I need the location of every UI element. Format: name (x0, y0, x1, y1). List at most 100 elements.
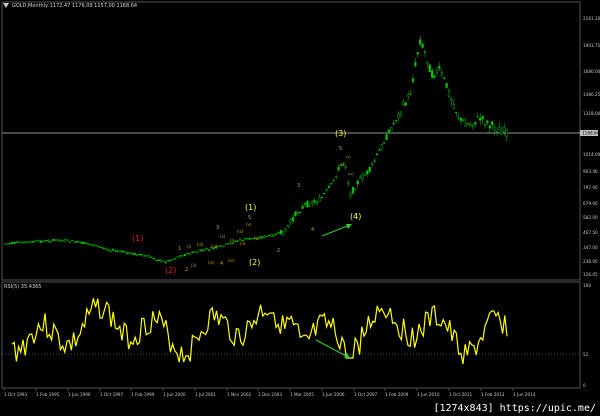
time-axis-label: 1 Mar 2005 (290, 392, 314, 397)
candle-body (107, 249, 110, 251)
wave-label-major-4: (4) (350, 212, 361, 221)
candle-body (479, 117, 482, 121)
time-axis-label: 1 Nov 2002 (227, 392, 251, 397)
candle-body (395, 120, 398, 122)
candle-body (467, 123, 470, 125)
candle-body (39, 240, 43, 243)
candle-body (179, 255, 182, 258)
candle-body (363, 174, 367, 176)
wave-label-minor-2: 2 (185, 267, 188, 273)
candle-body (87, 243, 91, 245)
candle-body (227, 242, 230, 244)
candle-body (481, 115, 484, 120)
candle-body (229, 242, 232, 245)
candle-body (505, 129, 508, 137)
candle-body (450, 98, 453, 101)
candle-body (306, 201, 309, 208)
candle-body (159, 259, 163, 262)
candle-body (471, 123, 475, 128)
candle-body (92, 243, 95, 247)
candle-body (68, 241, 71, 243)
rsi-panel (1, 281, 581, 389)
candle-body (126, 252, 129, 254)
candle-body (157, 259, 160, 261)
candle-body (32, 241, 35, 243)
candle-body (325, 189, 328, 191)
time-axis-label: 1 Oct 2007 (354, 392, 378, 397)
price-axis-label: 903.46 (583, 169, 598, 174)
candle-body (407, 94, 410, 97)
price-axis-label: 2161.20 (583, 16, 600, 21)
candle-body (423, 51, 427, 53)
time-axis-label: 1 Jun 2000 (163, 392, 186, 397)
candle-body (61, 240, 64, 242)
candle-body (191, 251, 194, 254)
candle-body (275, 233, 278, 235)
candle-body (260, 236, 263, 239)
candle-body (234, 240, 237, 242)
candle-body (301, 205, 304, 209)
rsi-axis-52: 52 (583, 352, 589, 357)
candle-body (315, 202, 319, 204)
candle-body (426, 61, 429, 64)
candle-body (42, 240, 45, 243)
candle-body (104, 248, 107, 251)
candle-body (476, 116, 479, 118)
candle-body (162, 260, 165, 262)
candle-body (291, 217, 295, 222)
candle-body (500, 130, 503, 135)
candle-body (186, 252, 189, 254)
candle-body (198, 249, 201, 252)
candle-body (469, 124, 472, 127)
candle-body (421, 44, 424, 48)
wave-label-major-2: (2) (249, 258, 260, 267)
wave-sub-iii-2: (iii) (211, 244, 218, 249)
candle-body (380, 144, 383, 150)
candle-body (23, 241, 26, 244)
time-axis-label: 1 Oct 2011 (449, 392, 473, 397)
candle-body (164, 261, 167, 263)
candle-body (147, 255, 151, 258)
candle-body (15, 241, 19, 243)
candle-body (431, 70, 434, 78)
candle-body (452, 104, 455, 110)
candle-body (30, 241, 33, 244)
watermark: [1274x843] https://upic.me/ (433, 403, 596, 414)
collapse-triangle-icon[interactable] (3, 3, 9, 8)
candle-body (428, 64, 431, 73)
wave-label-red-2: (2) (165, 266, 176, 275)
candle-body (167, 259, 170, 262)
candle-body (246, 238, 249, 240)
candle-body (294, 211, 297, 217)
candle-body (135, 254, 139, 256)
candle-body (20, 242, 23, 244)
price-axis-label: 1318.00 (583, 111, 600, 116)
price-axis-label: 582.00 (583, 215, 598, 220)
candle-body (54, 239, 57, 241)
price-axis-label: 1014.00 (583, 152, 600, 157)
time-axis-label: 1 Feb 1999 (131, 392, 155, 397)
candle-body (37, 240, 40, 242)
price-axis-label: 236.00 (583, 259, 598, 264)
candle-body (239, 238, 242, 241)
candle-body (248, 238, 251, 240)
candle-body (188, 253, 191, 255)
candle-body (90, 244, 93, 246)
time-axis: 1 Oct 1993 1 Feb 1995 1 Jun 1996 1 Oct 1997… (3, 388, 536, 397)
candle-body (486, 120, 489, 124)
candle-body (236, 240, 239, 242)
candle-body (119, 250, 122, 252)
candle-body (347, 182, 350, 185)
candle-body (80, 241, 83, 244)
candle-body (373, 160, 376, 162)
candle-body (49, 241, 52, 243)
candle-body (66, 239, 69, 241)
candle-body (200, 249, 203, 252)
candle-body (140, 253, 143, 256)
candle-body (366, 170, 369, 175)
wave-sub-iv-4: (iv) (348, 172, 354, 176)
price-axis-label: 126.05 (583, 272, 598, 277)
candle-body (222, 245, 225, 248)
price-axis-label: 1486.25 (583, 92, 600, 97)
price-axis-label: 467.50 (583, 230, 598, 235)
